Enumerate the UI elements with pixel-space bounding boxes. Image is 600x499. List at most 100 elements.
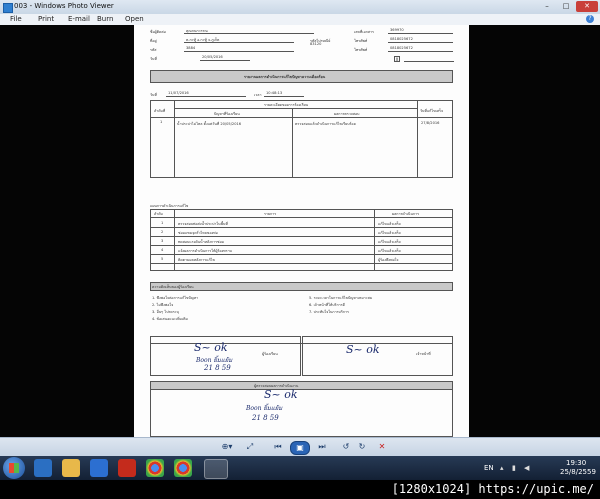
caption-text: [1280x1024] https://upic.me/ bbox=[391, 482, 594, 496]
field-name-label: ชื่อผู้ติดต่อ bbox=[150, 30, 166, 34]
signature: S~ ok bbox=[264, 388, 298, 401]
opinion-line: 6. เจ้าหน้าที่ให้บริการดี bbox=[309, 303, 345, 307]
slideshow-button[interactable]: ▣ bbox=[290, 441, 310, 455]
field-line bbox=[264, 96, 304, 97]
field-date-label: วันที่ bbox=[150, 57, 157, 61]
table2-head-no: ลำดับ bbox=[154, 212, 163, 216]
checkbox: X bbox=[394, 56, 400, 62]
handwritten-name: Boon ยิ้มแย้ม bbox=[246, 405, 283, 412]
table2-row-result: แก้ไขแล้วเสร็จ bbox=[378, 249, 401, 253]
table-divider bbox=[150, 117, 453, 118]
field-code-label: รหัส bbox=[150, 48, 157, 52]
delete-icon[interactable]: ✕ bbox=[376, 441, 388, 453]
image-viewport[interactable]: ชื่อผู้ติดต่อ คุณกนกวรรณ เลขที่เอกสาร 36… bbox=[0, 25, 600, 437]
maximize-button[interactable]: □ bbox=[557, 1, 575, 12]
chrome-icon[interactable] bbox=[146, 459, 164, 477]
signature: S~ ok bbox=[346, 343, 380, 356]
window-controls: – □ ✕ bbox=[538, 1, 598, 12]
title-bar[interactable]: 003 - Windows Photo Viewer – □ ✕ bbox=[0, 0, 600, 14]
rotate-right-icon[interactable]: ↻ bbox=[356, 441, 368, 453]
help-icon[interactable]: ? bbox=[586, 15, 594, 23]
word-icon[interactable] bbox=[90, 459, 108, 477]
table-divider bbox=[150, 245, 453, 246]
table-divider bbox=[174, 100, 175, 178]
tray-arrow-icon[interactable]: ▴ bbox=[500, 464, 504, 472]
handwritten-date: 21 8 59 bbox=[252, 414, 279, 422]
menu-burn[interactable]: Burn bbox=[97, 15, 113, 23]
previous-icon[interactable]: ⏮ bbox=[272, 441, 284, 453]
date-value: 11/07/2016 bbox=[168, 91, 189, 95]
next-icon[interactable]: ⏭ bbox=[316, 441, 328, 453]
field-line bbox=[184, 51, 294, 52]
table-divider bbox=[417, 100, 418, 178]
rotate-left-icon[interactable]: ↺ bbox=[340, 441, 352, 453]
table-divider bbox=[374, 209, 375, 271]
zoom-icon[interactable]: ⊕▾ bbox=[218, 441, 236, 453]
field-phone-value-2: 0818025672 bbox=[390, 46, 413, 50]
table2-row-item: แจ้งผลการดำเนินการให้ผู้ร้องทราบ bbox=[178, 249, 232, 253]
field-phone-label-2: โทรศัพท์ bbox=[354, 48, 368, 52]
opinion-line: 3. อื่นๆ โปรดระบุ bbox=[152, 310, 179, 314]
table2-row-result: แก้ไขแล้วเสร็จ bbox=[378, 222, 401, 226]
field-zip-value: 83120 bbox=[310, 42, 322, 46]
table2-row-no: 4 bbox=[161, 248, 164, 252]
field-line bbox=[388, 51, 453, 52]
language-indicator[interactable]: EN bbox=[484, 464, 494, 472]
scanned-document: ชื่อผู้ติดต่อ คุณกนกวรรณ เลขที่เอกสาร 36… bbox=[134, 25, 469, 437]
chrome-icon[interactable] bbox=[174, 459, 192, 477]
photo-viewer-icon bbox=[3, 3, 13, 13]
table2-row-result: ผู้ร้องพึงพอใจ bbox=[378, 258, 399, 262]
handwritten-date: 21 8 59 bbox=[204, 364, 231, 372]
close-button[interactable]: ✕ bbox=[576, 1, 598, 12]
menu-email[interactable]: E-mail bbox=[68, 15, 90, 23]
table2-row-item: ติดตามผลหลังการแก้ไข bbox=[178, 258, 215, 262]
section-header bbox=[150, 282, 453, 291]
table1-head-sub1: ปัญหาที่ร้องเรียน bbox=[214, 112, 240, 116]
field-docno-value: 369970 bbox=[390, 28, 404, 32]
menu-file[interactable]: File bbox=[10, 15, 22, 23]
table2-row-item: ทดสอบแรงดันน้ำหลังการซ่อม bbox=[178, 240, 225, 244]
table2-row-no: 5 bbox=[161, 257, 164, 261]
table2-row-no: 3 bbox=[161, 239, 164, 243]
windows-taskbar: EN ▴ ▮ ◀ 19:30 25/8/2559 bbox=[0, 456, 600, 480]
field-line bbox=[200, 60, 250, 61]
table2-head-result: ผลการดำเนินการ bbox=[392, 212, 420, 216]
table1-head-no: ลำดับที่ bbox=[154, 109, 166, 113]
complaint-table bbox=[150, 100, 453, 178]
opinion-line: 5. ระยะเวลาในการแก้ไขปัญหาเหมาะสม bbox=[309, 296, 373, 300]
field-line bbox=[184, 42, 294, 43]
field-phone-value: 0818025672 bbox=[390, 37, 413, 41]
opinion-line: 1. พึงพอใจต่อการแก้ไขปัญหา bbox=[152, 296, 199, 300]
menu-open[interactable]: Open bbox=[125, 15, 144, 23]
signature: S~ ok bbox=[194, 341, 228, 354]
network-icon[interactable]: ▮ bbox=[512, 464, 516, 472]
acrobat-icon[interactable] bbox=[118, 459, 136, 477]
field-line bbox=[166, 96, 246, 97]
table-divider bbox=[174, 108, 417, 109]
file-explorer-icon[interactable] bbox=[62, 459, 80, 477]
table2-row-no: 2 bbox=[161, 230, 164, 234]
field-date-value: 20/05/2016 bbox=[202, 55, 223, 59]
table-divider bbox=[150, 217, 453, 218]
image-caption: [1280x1024] https://upic.me/ bbox=[0, 480, 600, 499]
opinion-line: 4. ข้อเสนอแนะเพิ่มเติม bbox=[152, 317, 188, 321]
minimize-button[interactable]: – bbox=[538, 1, 556, 12]
section1-title: รายงานผลการดำเนินการแก้ไขปัญหาความเดือดร… bbox=[244, 75, 326, 79]
clock-time[interactable]: 19:30 bbox=[566, 459, 586, 467]
menu-print[interactable]: Print bbox=[38, 15, 54, 23]
table2-head-item: รายการ bbox=[264, 212, 277, 216]
field-code-value: 3884 bbox=[186, 46, 196, 50]
table2-row-no: 1 bbox=[161, 221, 164, 225]
photo-viewer-taskbar-icon[interactable] bbox=[204, 459, 228, 479]
volume-icon[interactable]: ◀ bbox=[524, 464, 529, 472]
internet-explorer-icon[interactable] bbox=[34, 459, 52, 477]
table1-head-detail: รายละเอียดของการร้องเรียน bbox=[264, 103, 309, 107]
field-line bbox=[388, 33, 453, 34]
start-button[interactable] bbox=[3, 457, 25, 479]
clock-date[interactable]: 25/8/2559 bbox=[560, 468, 596, 476]
sign-left-label: ผู้ร้องเรียน bbox=[262, 352, 278, 356]
opinion-line: 7. ประทับใจในการบริการ bbox=[309, 310, 349, 314]
time-value: 10:48:13 bbox=[266, 91, 283, 95]
table-divider bbox=[150, 227, 453, 228]
fit-window-icon[interactable]: ⤢ bbox=[244, 441, 256, 453]
